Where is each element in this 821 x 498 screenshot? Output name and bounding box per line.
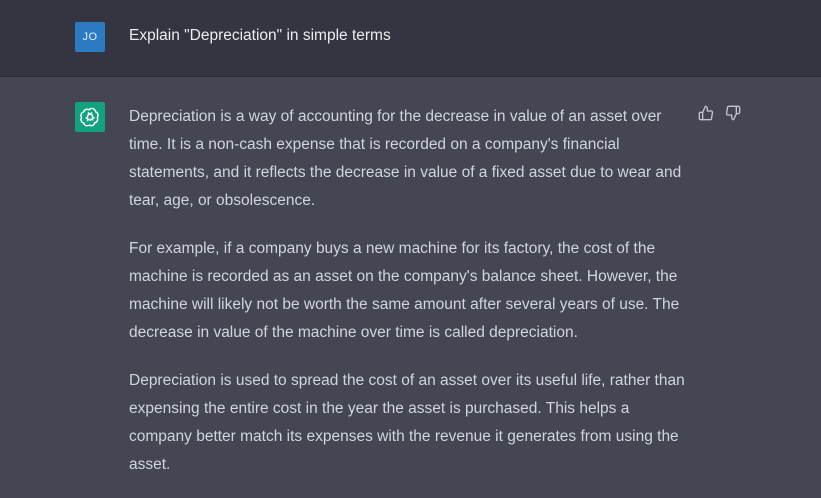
thumbs-up-icon bbox=[698, 105, 713, 120]
thumbs-down-button[interactable] bbox=[724, 104, 741, 121]
assistant-message-row: Depreciation is a way of accounting for … bbox=[0, 77, 821, 498]
user-message-row: JO Explain "Depreciation" in simple term… bbox=[0, 0, 821, 77]
assistant-avatar bbox=[75, 102, 105, 132]
answer-paragraph: For example, if a company buys a new mac… bbox=[129, 240, 680, 341]
openai-logo-icon bbox=[80, 107, 99, 127]
thumbs-down-icon bbox=[725, 105, 740, 120]
thumbs-up-button[interactable] bbox=[697, 104, 714, 121]
feedback-buttons bbox=[697, 104, 741, 121]
answer-paragraph: Depreciation is used to spread the cost … bbox=[129, 372, 685, 473]
user-prompt-text: Explain "Depreciation" in simple terms bbox=[129, 27, 391, 44]
assistant-answer: Depreciation is a way of accounting for … bbox=[129, 103, 689, 498]
answer-paragraph: Depreciation is a way of accounting for … bbox=[129, 108, 682, 209]
user-avatar: JO bbox=[75, 22, 105, 52]
